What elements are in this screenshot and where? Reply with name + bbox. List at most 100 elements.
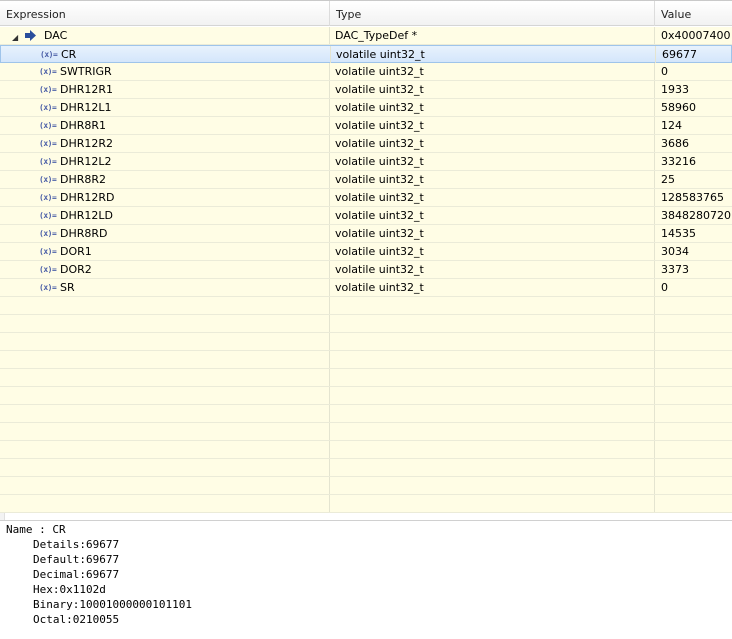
table-row[interactable]: (x)= CR volatile uint32_t 69677 <box>0 45 732 63</box>
empty-cell <box>330 297 655 314</box>
value-cell[interactable]: 0 <box>655 279 732 296</box>
expression-cell: (x)= SR <box>0 279 330 296</box>
value-cell[interactable]: 3034 <box>655 243 732 260</box>
expression-name: DHR12L2 <box>60 155 112 168</box>
table-row[interactable]: (x)= DHR12RD volatile uint32_t 128583765 <box>0 189 732 207</box>
details-line: Details:69677 <box>33 538 120 551</box>
empty-cell <box>0 369 330 386</box>
empty-cell <box>655 441 732 458</box>
type-cell: volatile uint32_t <box>330 135 655 152</box>
expression-name: DHR12R2 <box>60 137 114 150</box>
type-cell: volatile uint32_t <box>330 63 655 80</box>
value-cell[interactable]: 3848280720 <box>655 207 732 224</box>
empty-row <box>0 405 732 423</box>
empty-cell <box>0 441 330 458</box>
value-cell[interactable]: 25 <box>655 171 732 188</box>
variable-icon: (x)= <box>39 229 57 238</box>
expression-cell: (x)= DHR12RD <box>0 189 330 206</box>
variable-icon: (x)= <box>39 139 57 148</box>
value-cell[interactable]: 124 <box>655 117 732 134</box>
expression-name: DOR1 <box>60 245 92 258</box>
type-cell: volatile uint32_t <box>330 189 655 206</box>
table-row[interactable]: (x)= DHR12LD volatile uint32_t 3848280720 <box>0 207 732 225</box>
type-cell: volatile uint32_t <box>330 207 655 224</box>
expressions-table: Expression Type Value ◢ DAC DAC_TypeDef … <box>0 0 732 520</box>
empty-row <box>0 351 732 369</box>
type-cell: volatile uint32_t <box>330 99 655 116</box>
value-cell[interactable]: 33216 <box>655 153 732 170</box>
table-row[interactable]: (x)= DOR1 volatile uint32_t 3034 <box>0 243 732 261</box>
expression-name: DHR12RD <box>60 191 115 204</box>
table-row[interactable]: (x)= SWTRIGR volatile uint32_t 0 <box>0 63 732 81</box>
table-header: Expression Type Value <box>0 0 732 26</box>
empty-cell <box>0 405 330 422</box>
value-cell[interactable]: 69677 <box>656 46 732 63</box>
table-row[interactable]: (x)= DHR12L2 volatile uint32_t 33216 <box>0 153 732 171</box>
table-row[interactable]: (x)= DOR2 volatile uint32_t 3373 <box>0 261 732 279</box>
table-body: ◢ DAC DAC_TypeDef * 0x40007400 (x)= CR vol… <box>0 27 732 513</box>
variable-icon: (x)= <box>39 283 57 292</box>
variable-icon: (x)= <box>40 50 58 59</box>
value-cell[interactable]: 1933 <box>655 81 732 98</box>
table-row[interactable]: (x)= DHR8R2 volatile uint32_t 25 <box>0 171 732 189</box>
empty-cell <box>330 405 655 422</box>
variable-icon: (x)= <box>39 85 57 94</box>
empty-row <box>0 459 732 477</box>
table-row[interactable]: (x)= DHR12R2 volatile uint32_t 3686 <box>0 135 732 153</box>
type-cell: DAC_TypeDef * <box>330 27 655 44</box>
variable-icon: (x)= <box>39 265 57 274</box>
expression-name: DHR12L1 <box>60 101 112 114</box>
expression-name: DHR8R1 <box>60 119 107 132</box>
column-header-expression[interactable]: Expression <box>0 1 330 26</box>
expression-cell: (x)= DHR8R1 <box>0 117 330 134</box>
empty-cell <box>0 477 330 494</box>
empty-row <box>0 495 732 513</box>
empty-cell <box>0 351 330 368</box>
expression-name: SR <box>60 281 75 294</box>
type-cell: volatile uint32_t <box>331 46 656 63</box>
empty-cell <box>655 405 732 422</box>
value-cell[interactable]: 128583765 <box>655 189 732 206</box>
empty-row <box>0 387 732 405</box>
details-line: Binary:10001000000101101 <box>33 598 192 611</box>
table-row[interactable]: (x)= DHR12L1 volatile uint32_t 58960 <box>0 99 732 117</box>
table-row-root[interactable]: ◢ DAC DAC_TypeDef * 0x40007400 <box>0 27 732 45</box>
empty-cell <box>0 315 330 332</box>
empty-row <box>0 441 732 459</box>
expression-name: CR <box>61 48 77 61</box>
value-cell[interactable]: 3373 <box>655 261 732 278</box>
details-line: Octal:0210055 <box>33 613 120 626</box>
column-header-value[interactable]: Value <box>655 1 732 26</box>
details-line: Decimal:69677 <box>33 568 120 581</box>
variable-icon: (x)= <box>39 211 57 220</box>
column-header-type[interactable]: Type <box>330 1 655 26</box>
table-row[interactable]: (x)= DHR8R1 volatile uint32_t 124 <box>0 117 732 135</box>
value-cell[interactable]: 58960 <box>655 99 732 116</box>
type-cell: volatile uint32_t <box>330 225 655 242</box>
expression-cell: (x)= DHR8R2 <box>0 171 330 188</box>
empty-cell <box>330 495 655 512</box>
expression-name: DHR12R1 <box>60 83 114 96</box>
empty-cell <box>655 297 732 314</box>
empty-cell <box>655 477 732 494</box>
empty-cell <box>655 351 732 368</box>
type-cell: volatile uint32_t <box>330 243 655 260</box>
table-row[interactable]: (x)= DHR12R1 volatile uint32_t 1933 <box>0 81 732 99</box>
value-cell[interactable]: 14535 <box>655 225 732 242</box>
empty-row <box>0 423 732 441</box>
empty-cell <box>655 495 732 512</box>
value-cell[interactable]: 0x40007400 <box>655 27 732 44</box>
empty-cell <box>0 495 330 512</box>
collapse-triangle-icon[interactable]: ◢ <box>12 29 18 44</box>
expression-cell: (x)= DHR8RD <box>0 225 330 242</box>
type-cell: volatile uint32_t <box>330 117 655 134</box>
struct-arrow-icon <box>25 30 36 41</box>
value-cell[interactable]: 0 <box>655 63 732 80</box>
type-cell: volatile uint32_t <box>330 81 655 98</box>
value-cell[interactable]: 3686 <box>655 135 732 152</box>
empty-cell <box>655 333 732 350</box>
table-row[interactable]: (x)= DHR8RD volatile uint32_t 14535 <box>0 225 732 243</box>
empty-cell <box>655 423 732 440</box>
table-row[interactable]: (x)= SR volatile uint32_t 0 <box>0 279 732 297</box>
empty-cell <box>655 387 732 404</box>
